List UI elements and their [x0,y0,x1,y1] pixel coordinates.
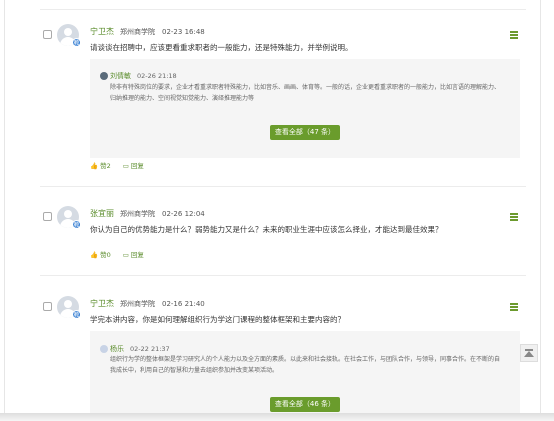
reply-meta: 刘倩敏 02-26 21:18 [110,71,177,81]
right-border [540,0,541,414]
reply-author[interactable]: 刘倩敏 [110,72,131,80]
question-text[interactable]: 学完本讲内容，你是如何理解组织行为学这门课程的整体框架和主要内容的？ [90,314,345,325]
teacher-badge-icon: 教 [72,220,81,229]
reply-button[interactable]: ▭ 回复 [123,251,144,259]
menu-icon[interactable] [510,213,518,221]
select-checkbox[interactable] [43,212,52,221]
thumbs-up-icon: 👍 [90,251,99,259]
school-name: 郑州商学院 [120,28,155,36]
author-name[interactable]: 宁卫杰 [90,299,114,308]
divider [40,275,526,276]
reply-text: 组织行为学的整体框架是学习研究人的个人能力以及全方面的素质。以此来和社会接轨。在… [110,356,501,374]
question-text[interactable]: 请谈谈在招聘中，应该更看重求职者的一般能力，还是特殊能力，并举例说明。 [90,42,353,53]
bottom-edge [0,413,554,421]
discussion-page: 教 宁卫杰 郑州商学院 02-23 16:48 请谈谈在招聘中，应该更看重求职者的一… [0,0,554,421]
menu-icon[interactable] [510,31,518,39]
reply-avatar [100,72,108,80]
select-checkbox[interactable] [43,302,52,311]
reply-box: 刘倩敏 02-26 21:18 除非有特殊岗位的要求，企业才看重求职者特殊能力，比… [90,59,520,158]
divider [40,186,526,187]
author-name[interactable]: 张宜丽 [90,209,114,218]
select-checkbox[interactable] [43,30,52,39]
reply-time: 02-26 21:18 [137,72,177,80]
divider [40,9,526,10]
post-time: 02-23 16:48 [162,28,205,36]
question-text[interactable]: 你认为自己的优势能力是什么？弱势能力又是什么？未来的职业生涯中应该怎么择业，才能… [90,224,443,235]
view-all-button[interactable]: 查看全部（47 条） [270,125,340,140]
teacher-badge-icon: 教 [72,38,81,47]
school-name: 郑州商学院 [120,210,155,218]
reply-button[interactable]: ▭ 回复 [123,162,144,170]
post-time: 02-26 12:04 [162,210,205,218]
view-all-button[interactable]: 查看全部（46 条） [270,397,340,412]
post-time: 02-16 21:40 [162,300,205,308]
thumbs-up-icon: 👍 [90,162,99,170]
left-border [4,0,5,414]
like-button[interactable]: 👍 赞0 [90,251,111,259]
post-meta: 宁卫杰 郑州商学院 02-16 21:40 [90,298,205,309]
author-name[interactable]: 宁卫杰 [90,27,114,36]
comment-icon: ▭ [122,162,129,170]
comment-icon: ▭ [122,251,129,259]
reply-box: 杨乐 02-22 21:37 组织行为学的整体框架是学习研究人的个人能力以及全方面… [90,331,520,415]
reply-time: 02-22 21:37 [130,345,170,353]
reply-text: 除非有特殊岗位的要求，企业才看重求职者特殊能力，比如音乐、画画、体育等。一般的话… [110,84,501,102]
menu-icon[interactable] [510,303,518,311]
reply-meta: 杨乐 02-22 21:37 [110,344,170,354]
reply-author[interactable]: 杨乐 [110,345,124,353]
post-meta: 宁卫杰 郑州商学院 02-23 16:48 [90,26,205,37]
post-actions: 👍 赞2 ▭ 回复 [90,160,156,170]
school-name: 郑州商学院 [120,300,155,308]
post-meta: 张宜丽 郑州商学院 02-26 12:04 [90,208,205,219]
teacher-badge-icon: 教 [72,310,81,319]
back-to-top-button[interactable] [520,344,538,362]
reply-avatar [100,345,108,353]
post-actions: 👍 赞0 ▭ 回复 [90,249,156,259]
like-button[interactable]: 👍 赞2 [90,162,111,170]
